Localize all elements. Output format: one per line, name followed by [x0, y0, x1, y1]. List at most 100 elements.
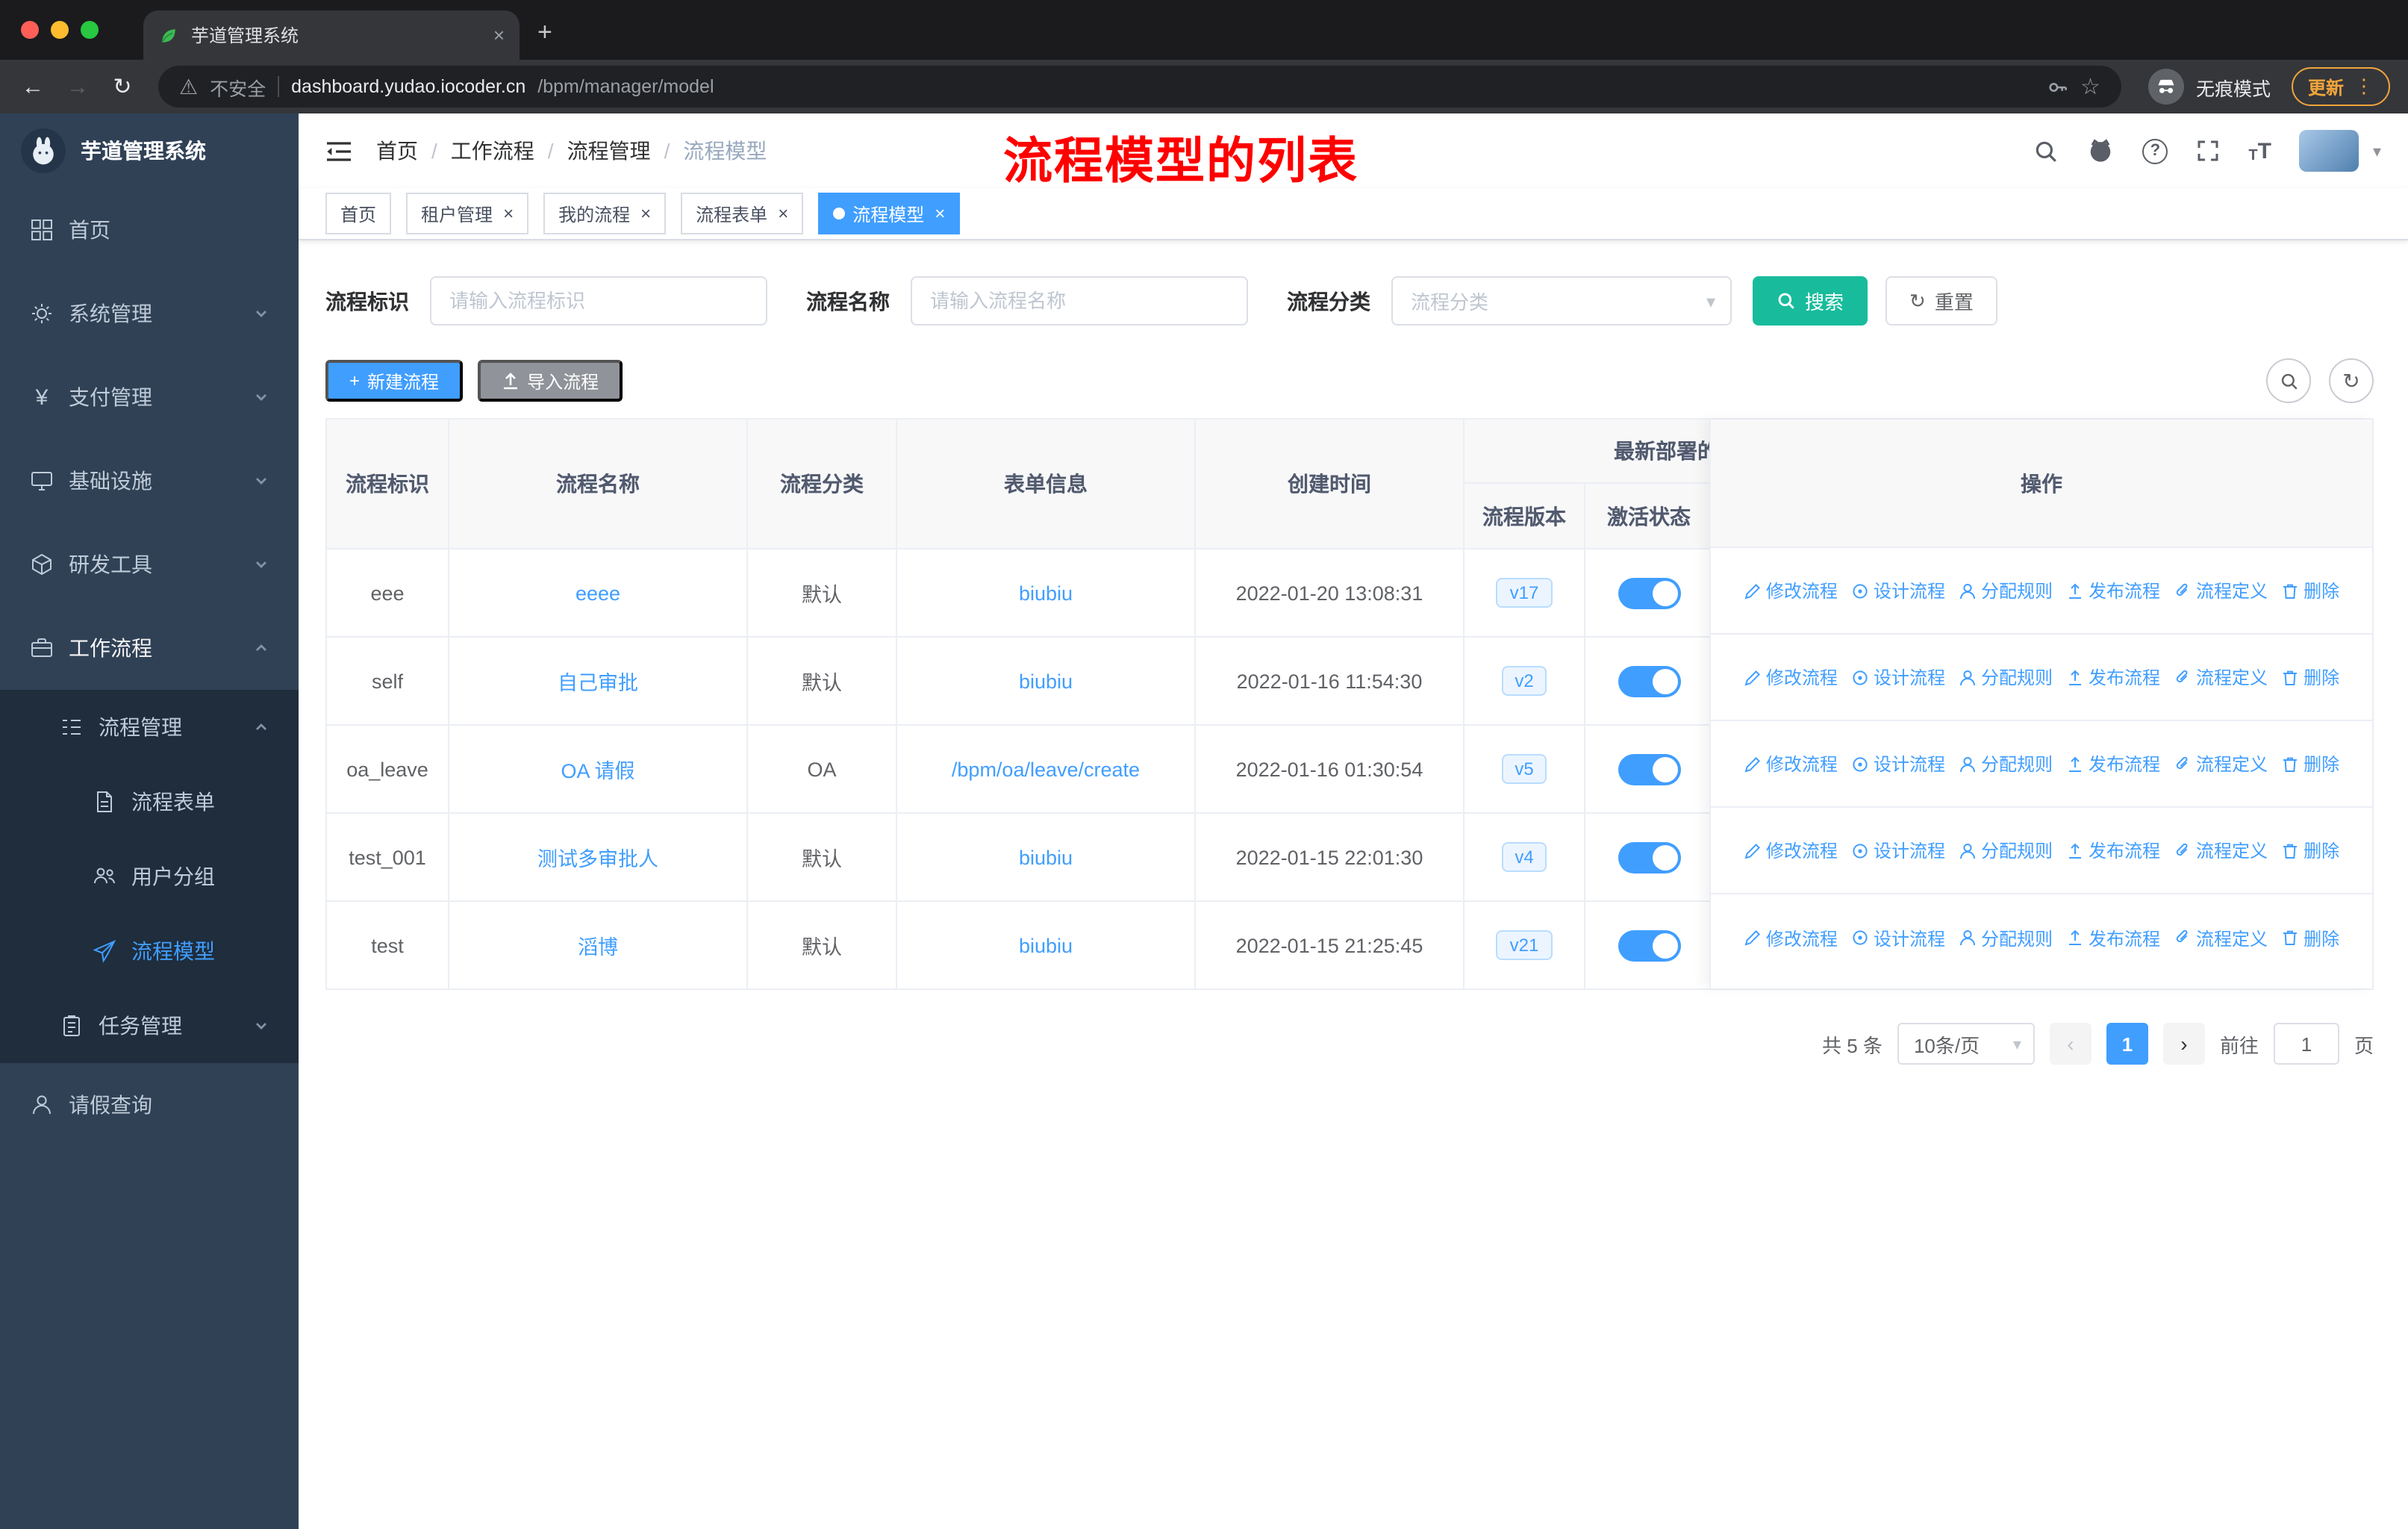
sidebar-item-devtools[interactable]: 研发工具: [0, 523, 299, 606]
browser-menu-icon[interactable]: ⋮: [2354, 75, 2374, 99]
toggle-search-button[interactable]: [2266, 358, 2311, 403]
forward-button[interactable]: →: [57, 66, 99, 108]
form-info-link[interactable]: /bpm/oa/leave/create: [952, 758, 1140, 780]
publish-process-link[interactable]: 发布流程: [2066, 578, 2160, 603]
process-key-input[interactable]: [430, 276, 767, 326]
active-toggle[interactable]: [1618, 929, 1681, 961]
tag-process-form[interactable]: 流程表单 ×: [681, 193, 804, 234]
delete-link[interactable]: 删除: [2281, 838, 2339, 863]
import-process-button[interactable]: 导入流程: [478, 360, 623, 402]
sidebar-item-task-management[interactable]: 任务管理: [0, 988, 299, 1063]
fullscreen-icon[interactable]: [2196, 139, 2220, 163]
sidebar-item-infrastructure[interactable]: 基础设施: [0, 439, 299, 523]
new-tab-button[interactable]: +: [520, 18, 552, 60]
bookmark-star-icon[interactable]: ☆: [2080, 73, 2100, 100]
edit-process-link[interactable]: 修改流程: [1744, 925, 1838, 950]
edit-process-link[interactable]: 修改流程: [1744, 838, 1838, 863]
tag-tenant[interactable]: 租户管理 ×: [406, 193, 529, 234]
breadcrumb-workflow[interactable]: 工作流程: [451, 136, 534, 166]
tag-my-process[interactable]: 我的流程 ×: [543, 193, 667, 234]
process-definition-link[interactable]: 流程定义: [2174, 838, 2268, 863]
assign-rule-link[interactable]: 分配规则: [1959, 751, 2053, 776]
prev-page-button[interactable]: ‹: [2049, 1023, 2092, 1065]
goto-page-input[interactable]: [2273, 1023, 2339, 1065]
sidebar-item-workflow[interactable]: 工作流程: [0, 606, 299, 690]
edit-process-link[interactable]: 修改流程: [1744, 664, 1838, 690]
form-info-link[interactable]: biubiu: [1019, 846, 1073, 868]
tab-close-icon[interactable]: ×: [493, 24, 505, 46]
create-process-button[interactable]: + 新建流程: [325, 360, 464, 402]
design-process-link[interactable]: 设计流程: [1851, 578, 1945, 603]
sidebar-item-system[interactable]: 系统管理: [0, 272, 299, 355]
edit-process-link[interactable]: 修改流程: [1744, 578, 1838, 603]
search-icon[interactable]: [2033, 138, 2059, 164]
form-info-link[interactable]: biubiu: [1019, 670, 1073, 692]
browser-update-button[interactable]: 更新 ⋮: [2291, 67, 2390, 106]
assign-rule-link[interactable]: 分配规则: [1959, 578, 2053, 603]
sidebar-item-leave-query[interactable]: 请假查询: [0, 1063, 299, 1147]
tag-close-icon[interactable]: ×: [640, 203, 651, 224]
help-icon[interactable]: ?: [2142, 138, 2168, 164]
publish-process-link[interactable]: 发布流程: [2066, 664, 2160, 690]
form-info-link[interactable]: biubiu: [1019, 934, 1073, 956]
active-toggle[interactable]: [1618, 665, 1681, 697]
sidebar-item-user-group[interactable]: 用户分组: [0, 839, 299, 914]
design-process-link[interactable]: 设计流程: [1851, 664, 1945, 690]
sidebar-item-process-management[interactable]: 流程管理: [0, 690, 299, 764]
tag-process-model[interactable]: 流程模型 ×: [818, 193, 961, 234]
process-name-link[interactable]: OA 请假: [561, 754, 634, 784]
active-toggle[interactable]: [1618, 841, 1681, 873]
publish-process-link[interactable]: 发布流程: [2066, 925, 2160, 950]
minimize-window-button[interactable]: [51, 21, 69, 39]
assign-rule-link[interactable]: 分配规则: [1959, 925, 2053, 950]
active-toggle[interactable]: [1618, 753, 1681, 785]
security-warning-icon[interactable]: ⚠: [179, 74, 198, 99]
search-button[interactable]: 搜索: [1753, 276, 1868, 326]
delete-link[interactable]: 删除: [2281, 578, 2339, 603]
process-name-link[interactable]: eeee: [576, 582, 620, 604]
tag-close-icon[interactable]: ×: [778, 203, 788, 224]
form-info-link[interactable]: biubiu: [1019, 582, 1073, 604]
password-key-icon[interactable]: [2046, 75, 2068, 98]
page-number-current[interactable]: 1: [2106, 1023, 2148, 1065]
github-icon[interactable]: [2087, 137, 2114, 164]
sidebar-item-process-model[interactable]: 流程模型: [0, 914, 299, 988]
address-bar[interactable]: ⚠ 不安全 dashboard.yudao.iocoder.cn/bpm/man…: [158, 66, 2121, 108]
process-name-input[interactable]: [911, 276, 1248, 326]
sidebar-fold-icon[interactable]: [325, 140, 352, 162]
zoom-window-button[interactable]: [81, 21, 99, 39]
delete-link[interactable]: 删除: [2281, 925, 2339, 950]
sidebar-item-payment[interactable]: ¥ 支付管理: [0, 355, 299, 439]
active-toggle[interactable]: [1618, 577, 1681, 608]
process-name-link[interactable]: 滔博: [578, 930, 618, 960]
design-process-link[interactable]: 设计流程: [1851, 925, 1945, 950]
breadcrumb-home[interactable]: 首页: [376, 136, 418, 166]
category-select[interactable]: 流程分类 ▾: [1391, 276, 1732, 326]
tag-home[interactable]: 首页: [325, 193, 392, 234]
reset-button[interactable]: ↻ 重置: [1885, 276, 1997, 326]
reload-button[interactable]: ↻: [102, 66, 143, 108]
breadcrumb-process-management[interactable]: 流程管理: [567, 136, 651, 166]
tag-close-icon[interactable]: ×: [935, 203, 945, 224]
next-page-button[interactable]: ›: [2162, 1023, 2205, 1065]
back-button[interactable]: ←: [12, 66, 54, 108]
process-definition-link[interactable]: 流程定义: [2174, 925, 2268, 950]
browser-tab[interactable]: 芋道管理系统 ×: [143, 10, 520, 60]
refresh-table-button[interactable]: ↻: [2329, 358, 2374, 403]
process-definition-link[interactable]: 流程定义: [2174, 578, 2268, 603]
process-definition-link[interactable]: 流程定义: [2174, 664, 2268, 690]
incognito-badge[interactable]: 无痕模式: [2136, 69, 2283, 105]
page-size-select[interactable]: 10条/页 ▾: [1897, 1023, 2035, 1065]
process-name-link[interactable]: 测试多审批人: [537, 842, 658, 872]
sidebar-item-home[interactable]: 首页: [0, 188, 299, 272]
edit-process-link[interactable]: 修改流程: [1744, 751, 1838, 776]
user-avatar[interactable]: [2299, 130, 2359, 172]
assign-rule-link[interactable]: 分配规则: [1959, 664, 2053, 690]
publish-process-link[interactable]: 发布流程: [2066, 751, 2160, 776]
process-name-link[interactable]: 自己审批: [558, 666, 638, 696]
process-definition-link[interactable]: 流程定义: [2174, 751, 2268, 776]
font-size-icon[interactable]: TT: [2248, 138, 2271, 164]
tag-close-icon[interactable]: ×: [503, 203, 514, 224]
delete-link[interactable]: 删除: [2281, 664, 2339, 690]
delete-link[interactable]: 删除: [2281, 751, 2339, 776]
